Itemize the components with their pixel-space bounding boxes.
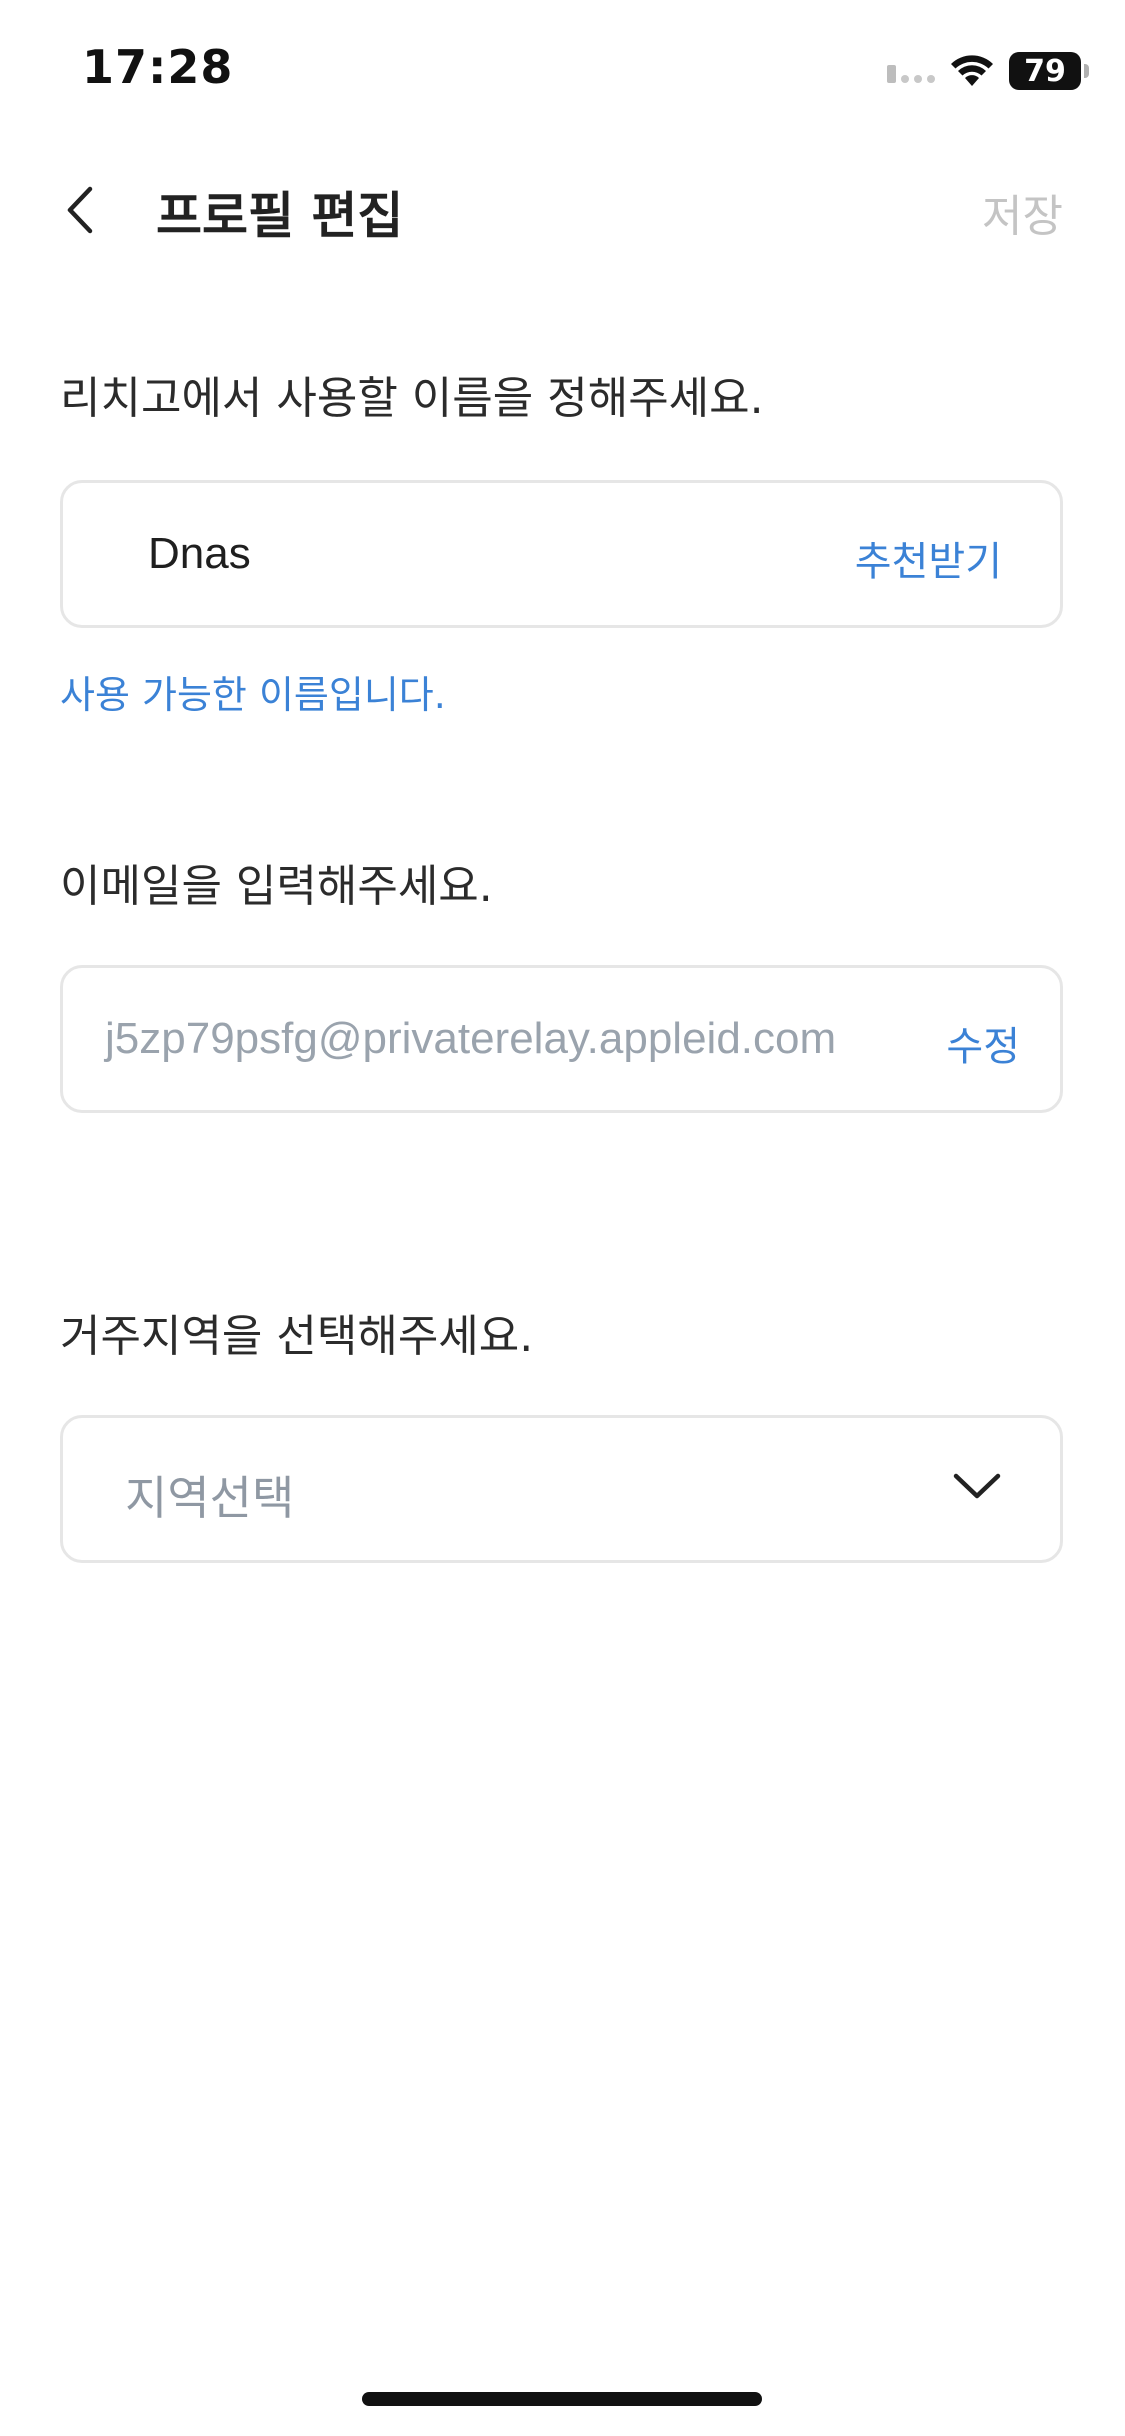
- status-time: 17:28: [82, 40, 234, 94]
- page-title: 프로필 편집: [156, 187, 404, 245]
- email-field[interactable]: j5zp79psfg@privaterelay.appleid.com 수정: [60, 965, 1063, 1113]
- home-indicator: [362, 2392, 762, 2406]
- cellular-signal-icon: [887, 59, 935, 83]
- email-input-value: j5zp79psfg@privaterelay.appleid.com: [105, 1014, 837, 1063]
- status-indicators: 79: [887, 52, 1089, 90]
- battery-level: 79: [1024, 53, 1066, 89]
- nav-header: 프로필 편집 저장: [0, 150, 1125, 270]
- chevron-left-icon: [67, 186, 93, 234]
- region-select-placeholder: 지역선택: [125, 1471, 295, 1525]
- back-button[interactable]: [50, 178, 110, 242]
- wifi-icon: [951, 55, 993, 86]
- region-section-label: 거주지역을 선택해주세요.: [60, 1311, 534, 1362]
- email-section-label: 이메일을 입력해주세요.: [60, 861, 493, 912]
- recommend-name-button[interactable]: 추천받기: [855, 529, 1002, 587]
- name-input-value[interactable]: Dnas: [148, 529, 251, 579]
- edit-email-button[interactable]: 수정: [946, 1014, 1020, 1072]
- status-bar: 17:28 79: [0, 0, 1125, 140]
- chevron-down-icon: [953, 1473, 1001, 1499]
- name-availability-message: 사용 가능한 이름입니다.: [60, 673, 446, 717]
- name-section-label: 리치고에서 사용할 이름을 정해주세요.: [60, 373, 764, 424]
- region-select[interactable]: 지역선택: [60, 1415, 1063, 1563]
- name-field[interactable]: Dnas 추천받기: [60, 480, 1063, 628]
- save-button[interactable]: 저장: [982, 180, 1063, 244]
- battery-icon: 79: [1009, 52, 1089, 90]
